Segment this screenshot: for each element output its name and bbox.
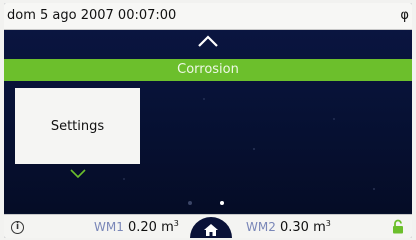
settings-label: Settings — [50, 118, 105, 134]
device-screen: dom 5 ago 2007 00:07:00 φ Corrosion Sett… — [4, 3, 412, 238]
wm1-reading: WM1 0.20 m3 — [94, 219, 179, 235]
section-title-banner: Corrosion — [4, 59, 412, 81]
home-button[interactable] — [190, 217, 232, 238]
home-icon — [204, 224, 218, 236]
antenna-icon: φ — [400, 8, 409, 23]
wm1-value: 0.20 — [128, 220, 157, 235]
chevron-down-icon[interactable] — [70, 169, 86, 178]
status-bar: dom 5 ago 2007 00:07:00 φ — [4, 3, 412, 30]
settings-menu-button[interactable]: Settings — [15, 88, 140, 164]
page-indicator — [176, 199, 236, 207]
datetime-display: dom 5 ago 2007 00:07:00 — [7, 8, 177, 23]
page-dot-active — [220, 201, 224, 205]
wm2-unit: m — [313, 220, 326, 235]
chevron-up-icon[interactable] — [197, 35, 219, 47]
wm2-value: 0.30 — [280, 220, 309, 235]
wm1-unit-exponent: 3 — [173, 219, 179, 228]
lock-icon[interactable] — [392, 219, 404, 234]
wm1-unit: m — [161, 220, 174, 235]
wm2-label: WM2 — [246, 220, 276, 234]
bottom-bar: i WM1 0.20 m3 WM2 0.30 m3 — [4, 214, 412, 238]
wm2-reading: WM2 0.30 m3 — [246, 219, 331, 235]
page-dot — [188, 201, 192, 205]
wm1-label: WM1 — [94, 220, 124, 234]
info-icon[interactable]: i — [11, 221, 24, 234]
wm2-unit-exponent: 3 — [325, 219, 331, 228]
